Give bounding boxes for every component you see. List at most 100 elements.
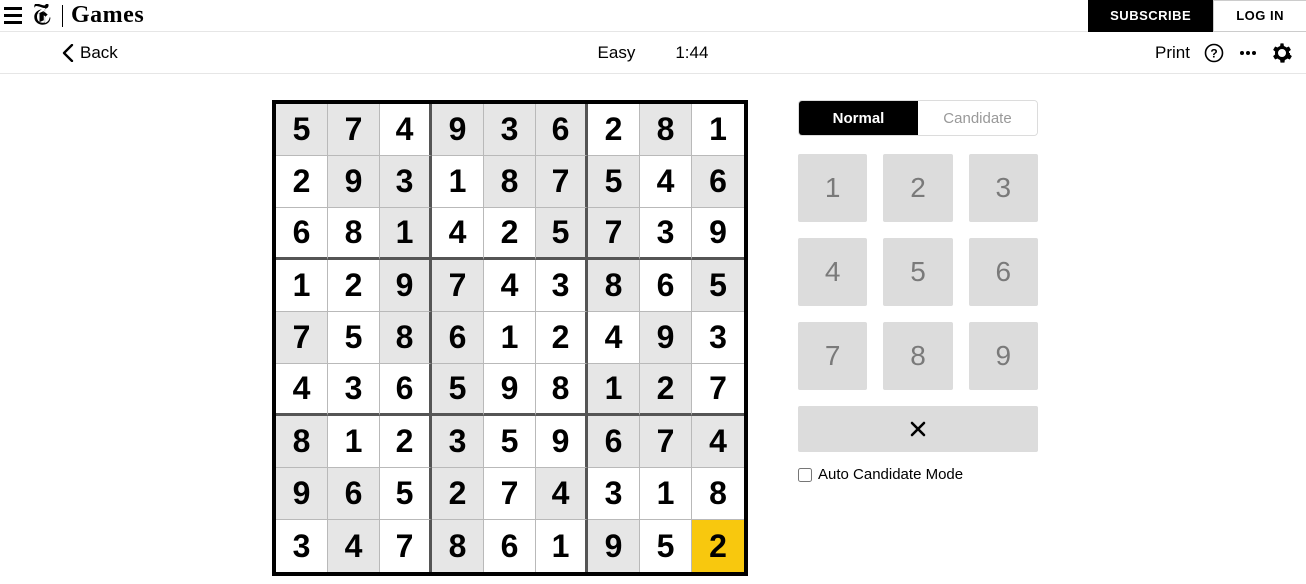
- back-button[interactable]: Back: [62, 43, 118, 63]
- sudoku-cell[interactable]: 5: [432, 364, 484, 416]
- sudoku-cell[interactable]: 9: [276, 468, 328, 520]
- sudoku-cell[interactable]: 2: [640, 364, 692, 416]
- sudoku-cell[interactable]: 6: [380, 364, 432, 416]
- keypad-8[interactable]: 8: [883, 322, 952, 390]
- sudoku-cell[interactable]: 2: [328, 260, 380, 312]
- sudoku-cell[interactable]: 4: [588, 312, 640, 364]
- sudoku-cell[interactable]: 3: [276, 520, 328, 572]
- erase-button[interactable]: [798, 406, 1038, 452]
- sudoku-cell[interactable]: 6: [432, 312, 484, 364]
- keypad-6[interactable]: 6: [969, 238, 1038, 306]
- nyt-logo-icon[interactable]: [32, 4, 54, 28]
- keypad-9[interactable]: 9: [969, 322, 1038, 390]
- help-icon[interactable]: ?: [1204, 43, 1224, 63]
- keypad-7[interactable]: 7: [798, 322, 867, 390]
- sudoku-cell[interactable]: 6: [276, 208, 328, 260]
- sudoku-cell[interactable]: 1: [484, 312, 536, 364]
- sudoku-cell[interactable]: 4: [380, 104, 432, 156]
- settings-icon[interactable]: [1272, 43, 1292, 63]
- sudoku-cell[interactable]: 9: [484, 364, 536, 416]
- sudoku-cell[interactable]: 7: [380, 520, 432, 572]
- sudoku-cell[interactable]: 1: [380, 208, 432, 260]
- more-icon[interactable]: [1238, 43, 1258, 63]
- sudoku-cell[interactable]: 8: [380, 312, 432, 364]
- sudoku-cell[interactable]: 1: [588, 364, 640, 416]
- sudoku-cell[interactable]: 4: [276, 364, 328, 416]
- sudoku-cell[interactable]: 5: [692, 260, 744, 312]
- sudoku-cell[interactable]: 8: [536, 364, 588, 416]
- sudoku-cell[interactable]: 7: [484, 468, 536, 520]
- sudoku-cell[interactable]: 4: [484, 260, 536, 312]
- sudoku-cell[interactable]: 1: [432, 156, 484, 208]
- sudoku-cell[interactable]: 3: [692, 312, 744, 364]
- sudoku-cell[interactable]: 8: [484, 156, 536, 208]
- keypad-3[interactable]: 3: [969, 154, 1038, 222]
- sudoku-cell[interactable]: 4: [432, 208, 484, 260]
- mode-candidate-button[interactable]: Candidate: [918, 101, 1037, 135]
- sudoku-cell[interactable]: 7: [692, 364, 744, 416]
- keypad-1[interactable]: 1: [798, 154, 867, 222]
- sudoku-cell[interactable]: 8: [640, 104, 692, 156]
- sudoku-cell[interactable]: 9: [328, 156, 380, 208]
- sudoku-cell[interactable]: 1: [276, 260, 328, 312]
- sudoku-cell[interactable]: 5: [536, 208, 588, 260]
- sudoku-cell[interactable]: 2: [276, 156, 328, 208]
- sudoku-cell[interactable]: 8: [588, 260, 640, 312]
- sudoku-cell[interactable]: 2: [432, 468, 484, 520]
- sudoku-cell[interactable]: 9: [588, 520, 640, 572]
- sudoku-cell[interactable]: 9: [536, 416, 588, 468]
- sudoku-cell[interactable]: 6: [484, 520, 536, 572]
- sudoku-cell[interactable]: 5: [640, 520, 692, 572]
- sudoku-cell[interactable]: 9: [692, 208, 744, 260]
- sudoku-cell[interactable]: 1: [692, 104, 744, 156]
- sudoku-cell[interactable]: 4: [328, 520, 380, 572]
- subscribe-button[interactable]: SUBSCRIBE: [1088, 0, 1213, 32]
- sudoku-cell[interactable]: 7: [276, 312, 328, 364]
- sudoku-cell[interactable]: 5: [588, 156, 640, 208]
- brand-title[interactable]: Games: [71, 2, 144, 29]
- sudoku-cell[interactable]: 1: [328, 416, 380, 468]
- sudoku-cell[interactable]: 4: [692, 416, 744, 468]
- sudoku-cell[interactable]: 6: [328, 468, 380, 520]
- sudoku-cell[interactable]: 9: [380, 260, 432, 312]
- keypad-5[interactable]: 5: [883, 238, 952, 306]
- sudoku-cell[interactable]: 6: [640, 260, 692, 312]
- sudoku-cell[interactable]: 3: [484, 104, 536, 156]
- sudoku-cell[interactable]: 5: [328, 312, 380, 364]
- sudoku-cell[interactable]: 8: [276, 416, 328, 468]
- sudoku-cell[interactable]: 8: [692, 468, 744, 520]
- mode-normal-button[interactable]: Normal: [799, 101, 918, 135]
- sudoku-cell[interactable]: 4: [536, 468, 588, 520]
- login-button[interactable]: LOG IN: [1213, 0, 1306, 32]
- sudoku-cell[interactable]: 2: [588, 104, 640, 156]
- sudoku-cell[interactable]: 9: [432, 104, 484, 156]
- auto-candidate-row[interactable]: Auto Candidate Mode: [798, 466, 1038, 483]
- sudoku-cell[interactable]: 2: [536, 312, 588, 364]
- sudoku-cell[interactable]: 6: [536, 104, 588, 156]
- keypad-4[interactable]: 4: [798, 238, 867, 306]
- sudoku-cell[interactable]: 3: [588, 468, 640, 520]
- sudoku-cell[interactable]: 3: [380, 156, 432, 208]
- sudoku-cell[interactable]: 8: [328, 208, 380, 260]
- keypad-2[interactable]: 2: [883, 154, 952, 222]
- sudoku-cell[interactable]: 2: [484, 208, 536, 260]
- sudoku-cell[interactable]: 2: [692, 520, 744, 572]
- sudoku-cell[interactable]: 5: [276, 104, 328, 156]
- sudoku-cell[interactable]: 7: [588, 208, 640, 260]
- sudoku-cell[interactable]: 5: [380, 468, 432, 520]
- sudoku-cell[interactable]: 3: [640, 208, 692, 260]
- sudoku-cell[interactable]: 3: [536, 260, 588, 312]
- sudoku-cell[interactable]: 7: [640, 416, 692, 468]
- menu-icon[interactable]: [4, 5, 26, 27]
- sudoku-cell[interactable]: 3: [432, 416, 484, 468]
- sudoku-cell[interactable]: 1: [536, 520, 588, 572]
- sudoku-cell[interactable]: 1: [640, 468, 692, 520]
- sudoku-cell[interactable]: 7: [536, 156, 588, 208]
- auto-candidate-checkbox[interactable]: [798, 468, 812, 482]
- sudoku-cell[interactable]: 4: [640, 156, 692, 208]
- sudoku-cell[interactable]: 3: [328, 364, 380, 416]
- sudoku-cell[interactable]: 5: [484, 416, 536, 468]
- sudoku-cell[interactable]: 6: [692, 156, 744, 208]
- sudoku-cell[interactable]: 8: [432, 520, 484, 572]
- sudoku-cell[interactable]: 7: [328, 104, 380, 156]
